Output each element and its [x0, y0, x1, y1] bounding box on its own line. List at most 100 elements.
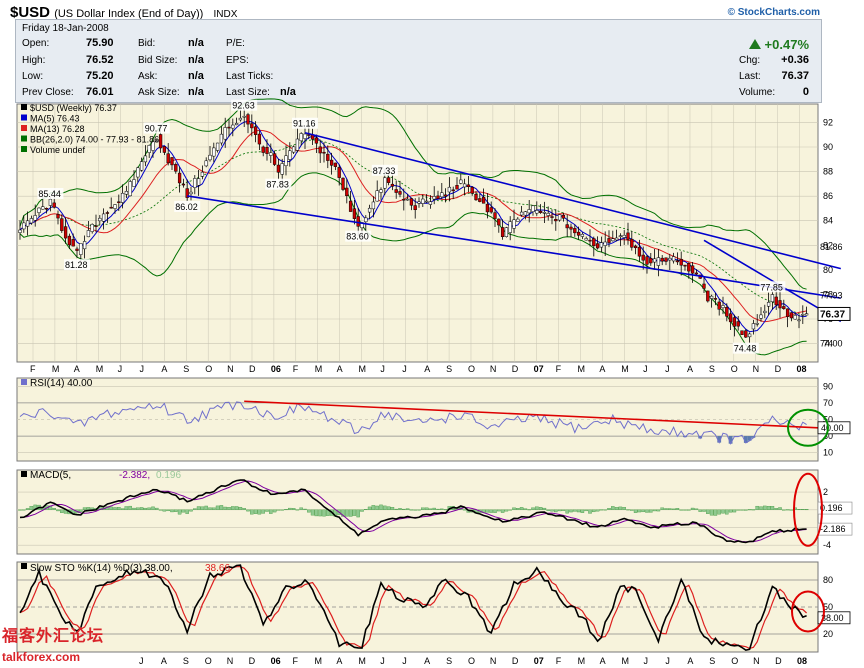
x-tick-top: D [775, 364, 782, 374]
candle-body [516, 218, 520, 222]
candle-body [409, 198, 414, 206]
candle-body [48, 198, 53, 206]
macd-hist-bar [215, 505, 220, 510]
macd-hist-bar [607, 508, 611, 510]
macd-hist-bar [238, 506, 243, 510]
x-tick-bottom: M [622, 656, 630, 666]
x-tick-bottom: A [424, 656, 430, 666]
candle-body [603, 241, 607, 246]
macd-hist-bar [706, 509, 710, 514]
x-tick-bottom: O [731, 656, 738, 666]
x-tick-bottom: M [578, 656, 586, 666]
x-tick-bottom: A [336, 656, 342, 666]
x-tick-bottom: D [512, 656, 519, 666]
candle-body [770, 294, 775, 303]
macd-hist-bar [766, 505, 771, 510]
candle-body [485, 203, 490, 213]
macd-hist-bar [519, 507, 524, 510]
x-tick-top: S [446, 364, 452, 374]
macd-hist-bar [751, 509, 756, 511]
rsi-legend-swatch [21, 379, 27, 385]
candle-body [550, 216, 554, 218]
macd-hist-bar [527, 509, 531, 511]
sto-y-tick: 20 [823, 629, 833, 639]
macd-hist-bar [436, 508, 440, 510]
macd-hist-bar [630, 509, 634, 511]
macd-hist-bar [166, 509, 170, 512]
legend-swatch [21, 114, 27, 121]
macd-hist-bar [656, 509, 661, 512]
macd-hist-bar [162, 509, 167, 512]
price-annotation: 90.77 [145, 124, 168, 134]
macd-hist-bar [770, 506, 775, 510]
candle-body [432, 196, 436, 200]
macd-hist-bar [356, 509, 360, 518]
rsi-title: RSI(14) 40.00 [30, 378, 93, 389]
macd-hist-bar [307, 509, 311, 513]
macd-last-label: -2.186 [820, 524, 846, 534]
candle-body [481, 196, 486, 204]
x-tick-bottom: O [468, 656, 475, 666]
candle-body [580, 233, 585, 237]
candle-body [747, 333, 752, 338]
candle-body [459, 179, 463, 184]
macd-title-c: 0.196 [156, 470, 181, 481]
candle-body [147, 145, 151, 153]
candle-body [162, 146, 167, 153]
candle-body [18, 229, 22, 233]
x-tick-bottom: N [753, 656, 760, 666]
macd-hist-bar [679, 509, 683, 511]
macd-hist-bar [79, 509, 83, 512]
macd-hist-bar [265, 509, 269, 512]
candle-body [576, 231, 581, 236]
x-tick-top: J [643, 364, 648, 374]
sto-y-tick: 80 [823, 575, 833, 585]
x-tick-top: A [687, 364, 693, 374]
macd-hist-bar [379, 504, 383, 510]
candle-body [314, 137, 319, 144]
macd-hist-bar [375, 505, 379, 510]
candle-body [284, 155, 288, 167]
candle-body [504, 227, 509, 237]
macd-hist-bar [542, 507, 547, 510]
x-tick-top: J [118, 364, 123, 374]
price-y-tick: 84 [823, 216, 833, 226]
legend-swatch [21, 135, 27, 142]
candle-body [493, 212, 497, 219]
macd-hist-bar [25, 508, 30, 510]
macd-hist-bar [52, 508, 56, 510]
macd-panel-bg [16, 469, 819, 555]
candle-body [690, 265, 695, 274]
macd-hist-bar [348, 509, 353, 517]
macd-hist-bar [223, 506, 227, 510]
macd-y-tick: -4 [823, 540, 831, 550]
macd-hist-bar [611, 506, 615, 510]
x-tick-top: A [424, 364, 430, 374]
macd-hist-bar [725, 509, 729, 515]
candle-body [569, 226, 573, 230]
x-tick-top: N [227, 364, 234, 374]
macd-hist-bar [322, 509, 326, 517]
right-value-label: 81.86 [820, 242, 843, 252]
x-tick-bottom: O [205, 656, 212, 666]
candle-body [136, 167, 140, 178]
legend-swatch [21, 125, 27, 131]
candle-body [90, 224, 94, 232]
macd-hist-bar [687, 509, 691, 511]
x-tick-top: A [599, 364, 605, 374]
candle-body [645, 256, 649, 265]
candle-body [413, 205, 417, 210]
candle-body [394, 189, 398, 193]
macd-hist-bar [801, 509, 805, 510]
price-y-tick: 86 [823, 191, 833, 201]
candle-body [253, 126, 258, 135]
macd-hist-bar [668, 508, 672, 510]
candle-body [71, 239, 75, 247]
x-tick-top: M [96, 364, 104, 374]
macd-hist-bar [785, 509, 790, 511]
candle-body [124, 191, 129, 195]
candle-body [592, 238, 596, 247]
candle-body [386, 177, 391, 183]
candle-body [607, 238, 611, 243]
chart-svg: 85.44 81.28 90.77 86.02 92.63 87.83 91.16 83.60… [16, 98, 853, 666]
